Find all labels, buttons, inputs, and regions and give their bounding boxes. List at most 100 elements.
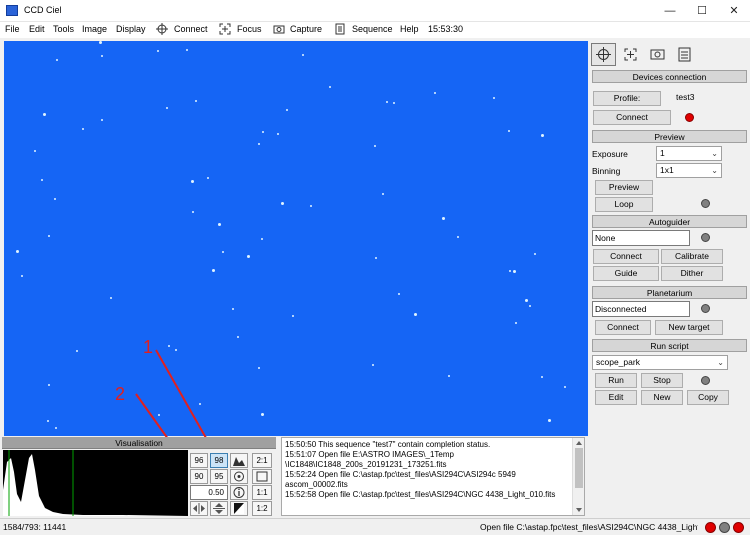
star <box>393 102 395 104</box>
loop-button[interactable]: Loop <box>595 197 653 212</box>
preview-title: Preview <box>592 130 747 143</box>
star <box>261 413 264 416</box>
clip-96-button[interactable]: 96 <box>190 453 208 468</box>
star <box>207 177 209 179</box>
script-select[interactable]: scope_park ⌄ <box>592 355 728 370</box>
binning-select[interactable]: 1x1 ⌄ <box>656 163 722 178</box>
zoom-fit-icon[interactable] <box>252 469 272 484</box>
clip-95-button[interactable]: 95 <box>210 469 228 484</box>
clip-90-button[interactable]: 90 <box>190 469 208 484</box>
star <box>258 143 260 145</box>
menu-display[interactable]: Display <box>116 24 146 34</box>
info-icon[interactable] <box>230 485 248 500</box>
star <box>47 420 49 422</box>
star <box>34 150 36 152</box>
stop-button[interactable]: Stop <box>641 373 683 388</box>
focus-tab-icon[interactable] <box>618 43 643 66</box>
exposure-select[interactable]: 1 ⌄ <box>656 146 722 161</box>
histogram-icon[interactable] <box>230 453 248 468</box>
menu-sequence[interactable]: Sequence <box>352 24 393 34</box>
star <box>534 253 536 255</box>
gamma-input[interactable]: 0.50 <box>190 485 228 500</box>
menu-file[interactable]: File <box>5 24 20 34</box>
zoom-1-2-button[interactable]: 1:2 <box>252 501 272 516</box>
star <box>237 336 239 338</box>
flip-horizontal-icon[interactable] <box>190 501 208 516</box>
star <box>548 419 551 422</box>
autoguider-connect-button[interactable]: Connect <box>593 249 659 264</box>
clip-98-button[interactable]: 98 <box>210 453 228 468</box>
star <box>375 257 377 259</box>
planetarium-connect-button[interactable]: Connect <box>595 320 651 335</box>
star <box>513 270 516 273</box>
zoom-2-1-button[interactable]: 2:1 <box>252 453 272 468</box>
star <box>329 86 331 88</box>
chevron-down-icon: ⌄ <box>717 358 724 367</box>
image-view[interactable] <box>4 41 588 436</box>
sequence-tab-icon[interactable] <box>672 43 697 66</box>
menu-help[interactable]: Help <box>400 24 419 34</box>
chevron-down-icon: ⌄ <box>711 166 718 175</box>
star <box>158 414 160 416</box>
profile-value: test3 <box>676 92 695 102</box>
star <box>310 205 312 207</box>
preview-button[interactable]: Preview <box>595 180 653 195</box>
star <box>54 198 56 200</box>
star <box>48 235 50 237</box>
star <box>262 131 264 133</box>
close-button[interactable]: ✕ <box>718 0 750 22</box>
star <box>414 313 417 316</box>
star <box>525 299 528 302</box>
edit-script-button[interactable]: Edit <box>595 390 637 405</box>
status-message: Open file C:\astap.fpc\test_files\ASI294… <box>480 522 698 532</box>
target-icon[interactable] <box>230 469 248 484</box>
exposure-label: Exposure <box>592 149 628 159</box>
menu-connect[interactable]: Connect <box>174 24 208 34</box>
star <box>222 251 224 253</box>
log-panel[interactable]: 15:50:50 This sequence "test7" contain c… <box>281 437 585 516</box>
histogram[interactable] <box>3 450 188 516</box>
copy-script-button[interactable]: Copy <box>687 390 729 405</box>
minimize-button[interactable]: — <box>654 0 686 22</box>
star <box>199 403 201 405</box>
star <box>281 202 284 205</box>
capture-tab-icon[interactable] <box>645 43 670 66</box>
zoom-1-1-button[interactable]: 1:1 <box>252 485 272 500</box>
new-script-button[interactable]: New <box>641 390 683 405</box>
log-scrollbar[interactable] <box>572 438 584 515</box>
chevron-down-icon: ⌄ <box>711 149 718 158</box>
calibrate-button[interactable]: Calibrate <box>661 249 723 264</box>
menu-image[interactable]: Image <box>82 24 107 34</box>
star <box>509 270 511 272</box>
log-line: ascom_00002.fits <box>285 480 348 489</box>
guide-button[interactable]: Guide <box>593 266 659 281</box>
star <box>277 133 279 135</box>
menu-tools[interactable]: Tools <box>53 24 74 34</box>
star <box>434 92 436 94</box>
menu-focus[interactable]: Focus <box>237 24 262 34</box>
planetarium-status-indicator <box>701 304 710 313</box>
invert-icon[interactable] <box>230 501 248 516</box>
dither-button[interactable]: Dither <box>661 266 723 281</box>
status-indicator-gray <box>719 522 730 533</box>
star <box>192 211 194 213</box>
connect-tab-icon[interactable] <box>591 43 616 66</box>
star <box>212 269 215 272</box>
new-target-button[interactable]: New target <box>655 320 723 335</box>
autoguider-status-indicator <box>701 233 710 242</box>
star <box>448 375 450 377</box>
maximize-button[interactable]: ☐ <box>686 0 718 22</box>
devices-connect-button[interactable]: Connect <box>593 110 671 125</box>
star <box>101 55 103 57</box>
star <box>286 109 288 111</box>
cursor-coordinates: 1584/793: 11441 <box>3 522 67 532</box>
star <box>56 59 58 61</box>
menu-capture[interactable]: Capture <box>290 24 322 34</box>
profile-button[interactable]: Profile: <box>593 91 661 106</box>
star <box>261 238 263 240</box>
star <box>386 101 388 103</box>
flip-vertical-icon[interactable] <box>210 501 228 516</box>
status-indicator-red <box>705 522 716 533</box>
run-button[interactable]: Run <box>595 373 637 388</box>
menu-edit[interactable]: Edit <box>29 24 45 34</box>
